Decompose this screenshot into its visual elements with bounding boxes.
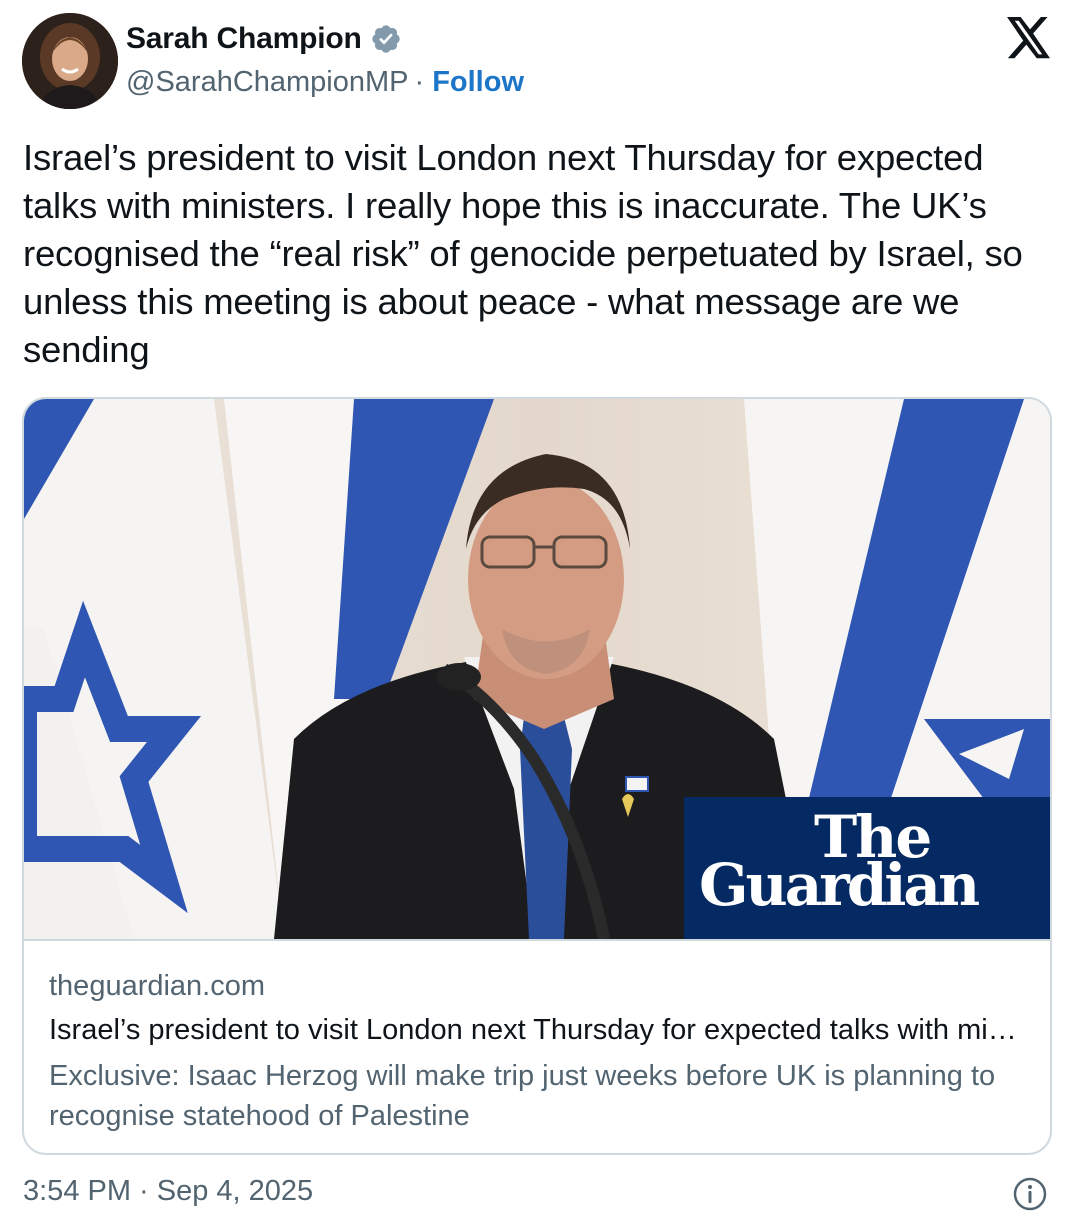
guardian-logo-line2: Guardian (699, 851, 979, 919)
link-preview-card[interactable]: The Guardian theguardian.com Israel’s pr… (22, 397, 1052, 1155)
verified-badge-icon (371, 25, 400, 53)
link-card-info[interactable]: theguardian.com Israel’s president to vi… (24, 939, 1050, 1153)
profile-photo (22, 13, 118, 109)
info-icon[interactable] (1012, 1176, 1048, 1212)
card-description: Exclusive: Isaac Herzog will make trip j… (49, 1060, 996, 1132)
x-logo-icon[interactable] (1006, 17, 1052, 59)
card-title: Israel’s president to visit London next … (49, 1014, 1029, 1046)
article-photo: The Guardian (24, 399, 1050, 939)
display-name[interactable]: Sarah Champion (126, 22, 362, 56)
tweet-timestamp[interactable]: 3:54 PM · Sep 4, 2025 (23, 1175, 313, 1208)
card-domain: theguardian.com (49, 970, 266, 1002)
separator-dot: · (414, 66, 425, 98)
user-handle[interactable]: @SarahChampionMP (126, 66, 409, 99)
avatar[interactable] (22, 13, 118, 109)
follow-button[interactable]: Follow (432, 66, 524, 99)
tweet-text: Israel’s president to visit London next … (23, 137, 1023, 370)
